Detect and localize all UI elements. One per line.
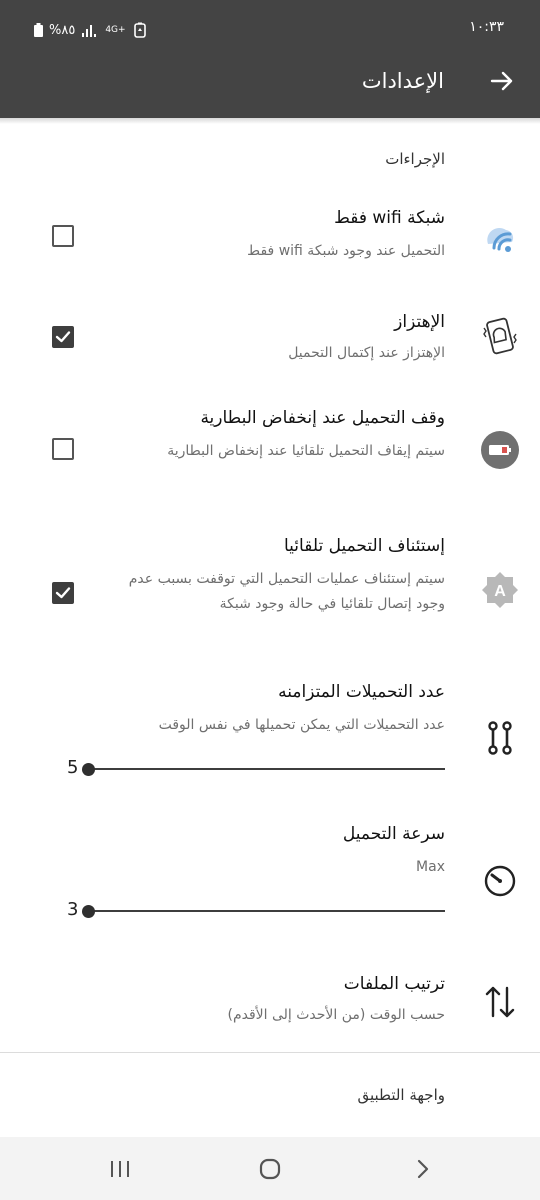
- home-icon[interactable]: [256, 1155, 284, 1183]
- pref-title: شبكة wifi فقط: [334, 208, 445, 228]
- chevron-back-icon[interactable]: [408, 1155, 436, 1183]
- sort-icon: [485, 986, 515, 1018]
- auto-resume-checkbox[interactable]: [52, 582, 74, 604]
- svg-text:A: A: [494, 583, 506, 600]
- app-bar-shadow: [0, 118, 540, 124]
- section-divider: [0, 1052, 540, 1053]
- status-indicators: %٨٥ 4G+: [34, 20, 148, 40]
- slider-track: [87, 768, 445, 770]
- app-bar: الإعدادات: [0, 60, 540, 118]
- concurrent-icon: [488, 721, 512, 755]
- settings-screen: %٨٥ 4G+ ١٠:٣٣ الإعدادات الإجراءات شبكة w…: [0, 0, 540, 1200]
- status-bar: %٨٥ 4G+ ١٠:٣٣: [0, 0, 540, 60]
- pref-summary: سيتم إيقاف التحميل تلقائيا عند إنخفاض ال…: [167, 443, 445, 459]
- vibrate-checkbox[interactable]: [52, 326, 74, 348]
- pref-title: الإهتزاز: [394, 312, 445, 332]
- pref-low-battery[interactable]: وقف التحميل عند إنخفاض البطارية سيتم إيق…: [0, 396, 540, 506]
- pref-auto-resume[interactable]: إستئناف التحميل تلقائيا سيتم إستئناف عمل…: [0, 524, 540, 654]
- battery-level: %٨٥: [49, 22, 76, 38]
- slider-value: 5: [67, 757, 79, 778]
- pref-title: إستئناف التحميل تلقائيا: [284, 536, 445, 556]
- battery-saver-icon: [133, 22, 146, 38]
- speedometer-icon: [484, 865, 516, 897]
- network-type: 4G+: [105, 25, 126, 35]
- pref-summary: Max: [416, 859, 445, 875]
- section-header-actions: الإجراءات: [385, 150, 445, 168]
- wifi-icon: [487, 227, 514, 252]
- speed-slider[interactable]: 3: [65, 899, 445, 923]
- auto-brightness-icon: A: [482, 572, 518, 608]
- pref-summary: حسب الوقت (من الأحدث إلى الأقدم): [227, 1007, 445, 1023]
- check-icon: [55, 587, 71, 599]
- slider-thumb[interactable]: [82, 905, 95, 918]
- pref-concurrent-downloads[interactable]: عدد التحميلات المتزامنه عدد التحميلات ال…: [0, 670, 540, 790]
- pref-wifi-only[interactable]: شبكة wifi فقط التحميل عند وجود شبكة wifi…: [0, 196, 540, 276]
- pref-download-speed[interactable]: سرعة التحميل Max 3: [0, 812, 540, 937]
- pref-summary: الإهتزاز عند إكتمال التحميل: [288, 345, 445, 361]
- section-header-app-interface: واجهة التطبيق: [357, 1086, 445, 1104]
- system-nav-bar: [0, 1137, 540, 1200]
- pref-title: عدد التحميلات المتزامنه: [278, 682, 445, 702]
- page-title: الإعدادات: [361, 69, 444, 93]
- battery-icon: [34, 23, 43, 37]
- pref-title: ترتيب الملفات: [343, 974, 445, 994]
- slider-thumb[interactable]: [82, 763, 95, 776]
- slider-value: 3: [67, 899, 79, 920]
- pref-title: وقف التحميل عند إنخفاض البطارية: [200, 408, 445, 428]
- low-battery-checkbox[interactable]: [52, 438, 74, 460]
- pref-summary: سيتم إستئناف عمليات التحميل التي توقفت ب…: [128, 571, 445, 612]
- concurrent-slider[interactable]: 5: [65, 757, 445, 781]
- pref-vibrate[interactable]: الإهتزاز الإهتزاز عند إكتمال التحميل: [0, 300, 540, 380]
- slider-track: [87, 910, 445, 912]
- pref-summary: عدد التحميلات التي يمكن تحميلها في نفس ا…: [158, 717, 445, 733]
- arrow-right-icon[interactable]: [488, 67, 516, 95]
- low-battery-icon: [481, 431, 519, 469]
- wifi-only-checkbox[interactable]: [52, 225, 74, 247]
- status-time: ١٠:٣٣: [469, 19, 504, 35]
- recents-icon[interactable]: [106, 1155, 134, 1183]
- pref-sort-files[interactable]: ترتيب الملفات حسب الوقت (من الأحدث إلى ا…: [0, 962, 540, 1042]
- check-icon: [55, 331, 71, 343]
- signal-icon: [82, 25, 97, 37]
- phone-vibrate-icon: [483, 317, 517, 355]
- pref-summary: التحميل عند وجود شبكة wifi فقط: [247, 243, 445, 259]
- pref-title: سرعة التحميل: [342, 824, 445, 844]
